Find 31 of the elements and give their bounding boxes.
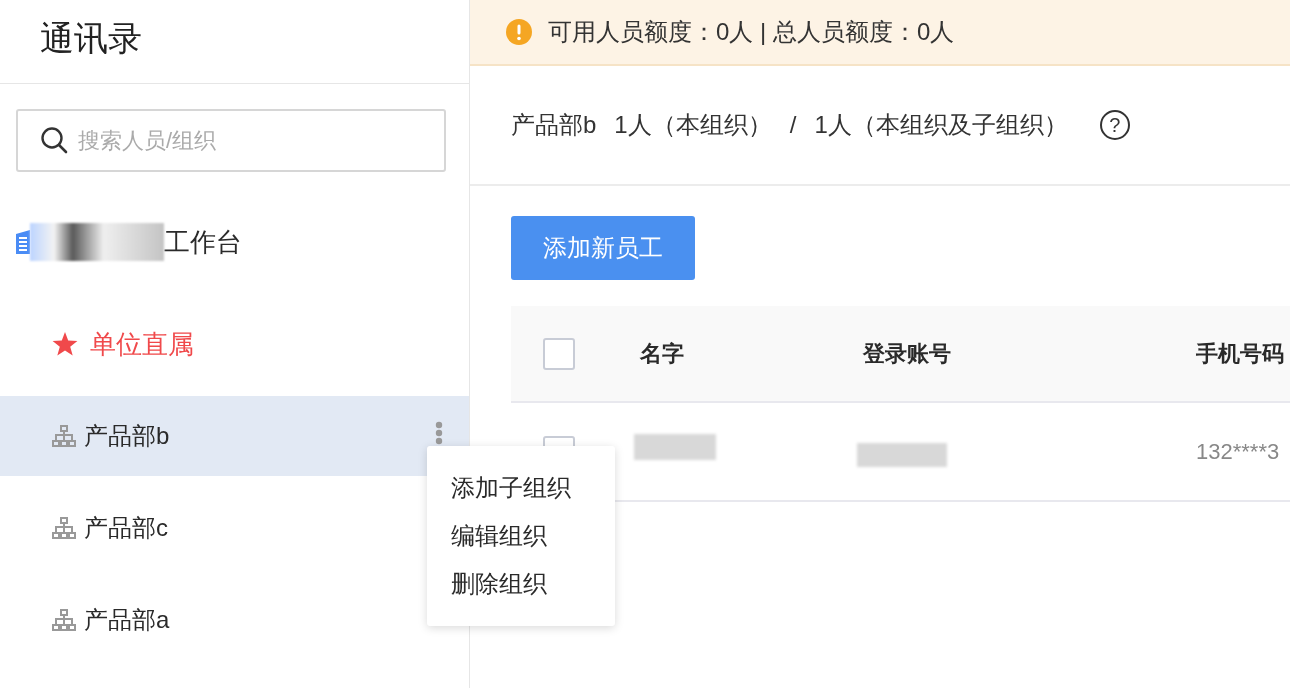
tree-item-label: 产品部c — [84, 513, 168, 543]
help-icon[interactable]: ? — [1099, 110, 1130, 140]
org-chart-icon — [52, 609, 76, 631]
quota-text: 可用人员额度：0人 | 总人员额度：0人 — [548, 17, 955, 47]
building-icon — [16, 230, 30, 254]
tree-item-label: 产品部b — [84, 421, 170, 451]
page-title: 通讯录 — [0, 0, 469, 84]
column-header: 登录账号 — [863, 340, 951, 366]
search-field[interactable]: 搜索人员/组织 — [16, 109, 446, 172]
member-count: 1人（本组织及子组织） — [814, 110, 1068, 140]
count-separator: / — [789, 111, 797, 139]
tree-item[interactable]: 产品部c — [0, 488, 420, 568]
tree-item[interactable]: 产品部a — [0, 580, 420, 660]
warning-icon — [506, 19, 532, 45]
column-header: 名字 — [640, 340, 684, 366]
department-name: 产品部b — [511, 110, 597, 140]
workspace-item[interactable]: 工作台 — [0, 206, 469, 278]
column-header: 手机号码 — [1196, 340, 1284, 366]
member-count: 1人（本组织） — [614, 110, 772, 140]
checkbox[interactable] — [543, 337, 575, 370]
more-icon[interactable] — [435, 421, 443, 445]
tree-item-label: 产品部a — [84, 605, 170, 635]
workspace-label: 工作台 — [164, 225, 242, 259]
tree-item-label: 单位直属 — [90, 327, 194, 361]
tree-item[interactable]: 产品部b — [0, 396, 469, 476]
search-icon — [40, 126, 68, 154]
org-chart-icon — [52, 517, 76, 539]
org-chart-icon — [52, 425, 76, 447]
table-cell: 132****3 — [1196, 438, 1280, 464]
tree-item[interactable]: 单位直属 — [0, 304, 420, 384]
star-icon — [52, 331, 78, 357]
